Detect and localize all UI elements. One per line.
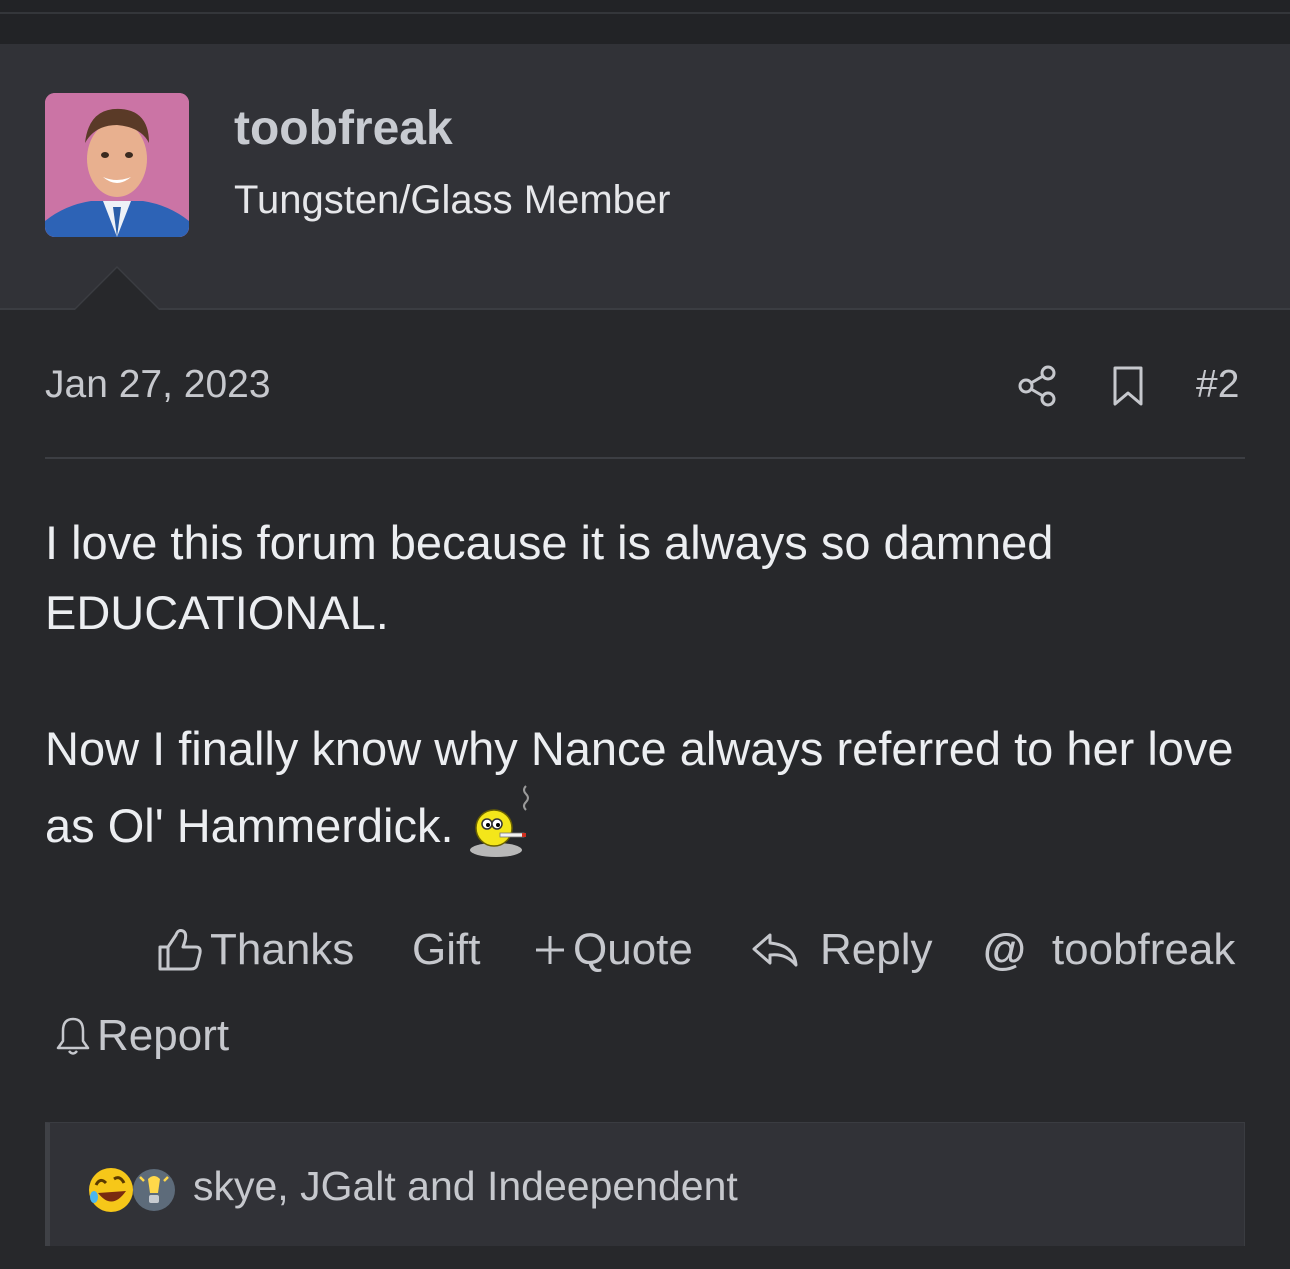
post-paragraph-text: Now I finally know why Nance always refe… [45,722,1234,852]
quote-button[interactable]: Quote [533,920,693,980]
post-date[interactable]: Jan 27, 2023 [45,363,271,407]
at-icon: @ [983,925,1026,974]
post-paragraph: Now I finally know why Nance always refe… [45,714,1255,879]
reaction-icons [89,1168,175,1212]
quote-label: Quote [573,925,693,974]
header-caret [75,268,159,310]
reply-label: Reply [820,925,933,974]
lightbulb-emoji-icon [89,1168,133,1212]
bookmark-button[interactable] [1108,362,1148,410]
thanks-button[interactable]: Thanks [156,920,354,980]
bell-icon [56,1017,90,1055]
thanks-label: Thanks [210,925,355,974]
thumbs-up-icon [158,929,202,971]
username[interactable]: toobfreak [234,101,453,156]
post-paragraph: I love this forum because it is always s… [45,516,1054,639]
reaction-users[interactable]: skye, JGalt and Indeependent [193,1163,738,1210]
avatar-image [45,93,189,237]
avatar[interactable] [45,93,189,237]
mention-label: toobfreak [1051,925,1236,974]
bookmark-icon [1113,366,1143,406]
share-icon [1018,365,1056,407]
smoking-smiley-icon [466,784,538,879]
post-divider [45,457,1245,459]
user-header [0,44,1290,310]
share-button[interactable] [1016,362,1060,410]
report-label: Report [97,1011,230,1060]
reply-icon [752,933,798,967]
top-rule [0,12,1290,14]
report-button[interactable]: Report [55,1006,229,1066]
mention-button[interactable]: @ toobfreak [983,920,1235,980]
gift-label: Gift [412,925,481,974]
laughing-crying-emoji-icon [133,1169,175,1211]
post-number[interactable]: #2 [1196,363,1239,407]
reply-button[interactable]: Reply [750,920,933,980]
user-title: Tungsten/Glass Member [234,178,671,222]
top-strip [0,0,1290,44]
gift-button[interactable]: Gift [412,920,480,980]
plus-icon [536,936,564,964]
reactions-bar[interactable]: skye, JGalt and Indeependent [45,1122,1245,1246]
